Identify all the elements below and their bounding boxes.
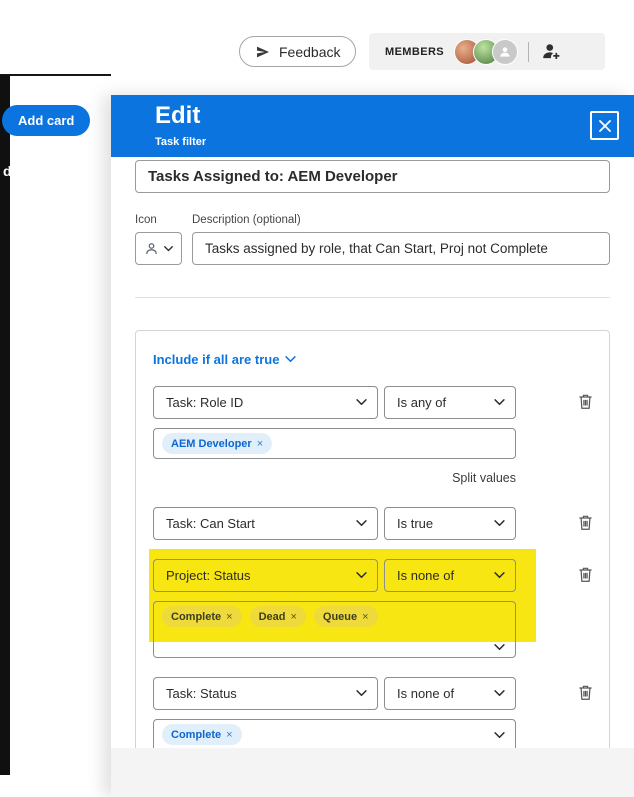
operator-select[interactable]: Is none of (384, 559, 516, 592)
trash-icon (578, 685, 592, 700)
chevron-down-icon (494, 520, 505, 527)
board-column-text-fragment: d (3, 163, 12, 179)
add-person-icon (542, 44, 559, 59)
chip-remove-icon[interactable]: × (290, 611, 296, 623)
close-icon (598, 119, 611, 132)
value-chip: Dead × (249, 606, 306, 627)
chip-label: Complete (171, 610, 222, 623)
trash-icon (578, 515, 592, 530)
field-select[interactable]: Project: Status (153, 559, 378, 592)
chip-remove-icon[interactable]: × (257, 438, 263, 450)
chip-remove-icon[interactable]: × (226, 611, 232, 623)
section-divider (135, 297, 610, 298)
delete-rule-button[interactable] (574, 513, 596, 535)
value-chip: AEM Developer × (162, 433, 273, 454)
field-select-value: Task: Can Start (166, 516, 255, 531)
icon-label: Icon (135, 214, 157, 226)
split-values-label: Split values (452, 471, 516, 485)
chevron-down-icon (356, 572, 367, 579)
field-select[interactable]: Task: Role ID (153, 386, 378, 419)
send-icon (257, 46, 269, 57)
value-chip: Queue × (313, 606, 378, 627)
chevron-down-icon (356, 690, 367, 697)
operator-select-value: Is none of (397, 568, 455, 583)
value-chips-field[interactable]: Complete × Dead × Queue × (153, 601, 516, 658)
panel-header: Edit Task filter (111, 95, 634, 157)
chip-label: Dead (258, 610, 286, 623)
include-condition-label: Include if all are true (153, 352, 280, 367)
chevron-down-icon (356, 399, 367, 406)
operator-select[interactable]: Is none of (384, 677, 516, 710)
delete-rule-button[interactable] (574, 392, 596, 414)
value-chips-field[interactable]: AEM Developer × (153, 428, 516, 459)
trash-icon (578, 394, 592, 409)
panel-body: Icon Description (optional) Include if a… (111, 157, 634, 748)
value-chip: Complete × (162, 724, 242, 745)
field-select-value: Task: Status (166, 686, 237, 701)
avatar[interactable] (492, 38, 519, 65)
add-card-button[interactable]: Add card (2, 105, 91, 136)
members-label: MEMBERS (385, 45, 445, 58)
person-icon (146, 243, 157, 254)
panel-title: Edit (155, 102, 201, 129)
panel-subtitle: Task filter (155, 136, 207, 148)
field-select-value: Task: Role ID (166, 395, 244, 410)
field-select[interactable]: Task: Status (153, 677, 378, 710)
feedback-label: Feedback (279, 43, 341, 60)
include-condition-toggle[interactable]: Include if all are true (153, 352, 297, 367)
operator-select[interactable]: Is true (384, 507, 516, 540)
member-avatars (454, 38, 519, 65)
chevron-down-icon (494, 399, 505, 406)
members-toolbar: MEMBERS (369, 33, 605, 70)
filter-name-input[interactable] (135, 160, 610, 193)
close-button[interactable] (590, 111, 619, 140)
description-input[interactable] (192, 232, 610, 265)
chip-label: AEM Developer (171, 437, 252, 450)
chevron-down-icon (356, 520, 367, 527)
value-chip: Complete × (162, 606, 242, 627)
chevron-down-icon (494, 572, 505, 579)
value-chips-field[interactable]: Complete × (153, 719, 516, 748)
trash-icon (578, 567, 592, 582)
person-icon (500, 46, 510, 57)
chevron-down-icon[interactable] (494, 732, 505, 739)
board-top-edge (0, 74, 111, 76)
operator-select-value: Is true (397, 516, 434, 531)
edit-filter-panel: Edit Task filter Icon Description (optio… (111, 95, 634, 797)
operator-select-value: Is none of (397, 686, 455, 701)
operator-select[interactable]: Is any of (384, 386, 516, 419)
app-window: Feedback MEMBERS d Add card Edit Task fi… (0, 0, 634, 797)
icon-select[interactable] (135, 232, 182, 265)
field-select-value: Project: Status (166, 568, 251, 583)
panel-footer (111, 748, 634, 797)
description-label: Description (optional) (192, 214, 301, 226)
delete-rule-button[interactable] (574, 683, 596, 705)
filter-rules-group: Include if all are true Task: Role ID Is… (135, 330, 610, 748)
field-select[interactable]: Task: Can Start (153, 507, 378, 540)
add-member-button[interactable] (539, 40, 563, 64)
chevron-down-icon (285, 356, 297, 363)
board-background: d (0, 75, 12, 775)
chevron-down-icon (494, 690, 505, 697)
chip-label: Queue (322, 610, 358, 623)
chevron-down-icon (164, 245, 173, 251)
operator-select-value: Is any of (397, 395, 447, 410)
chevron-down-icon[interactable] (494, 644, 505, 651)
feedback-button[interactable]: Feedback (239, 36, 357, 67)
divider (528, 41, 530, 62)
delete-rule-button[interactable] (574, 565, 596, 587)
chip-label: Complete (171, 728, 222, 741)
chip-remove-icon[interactable]: × (362, 611, 368, 623)
chip-remove-icon[interactable]: × (226, 729, 232, 741)
